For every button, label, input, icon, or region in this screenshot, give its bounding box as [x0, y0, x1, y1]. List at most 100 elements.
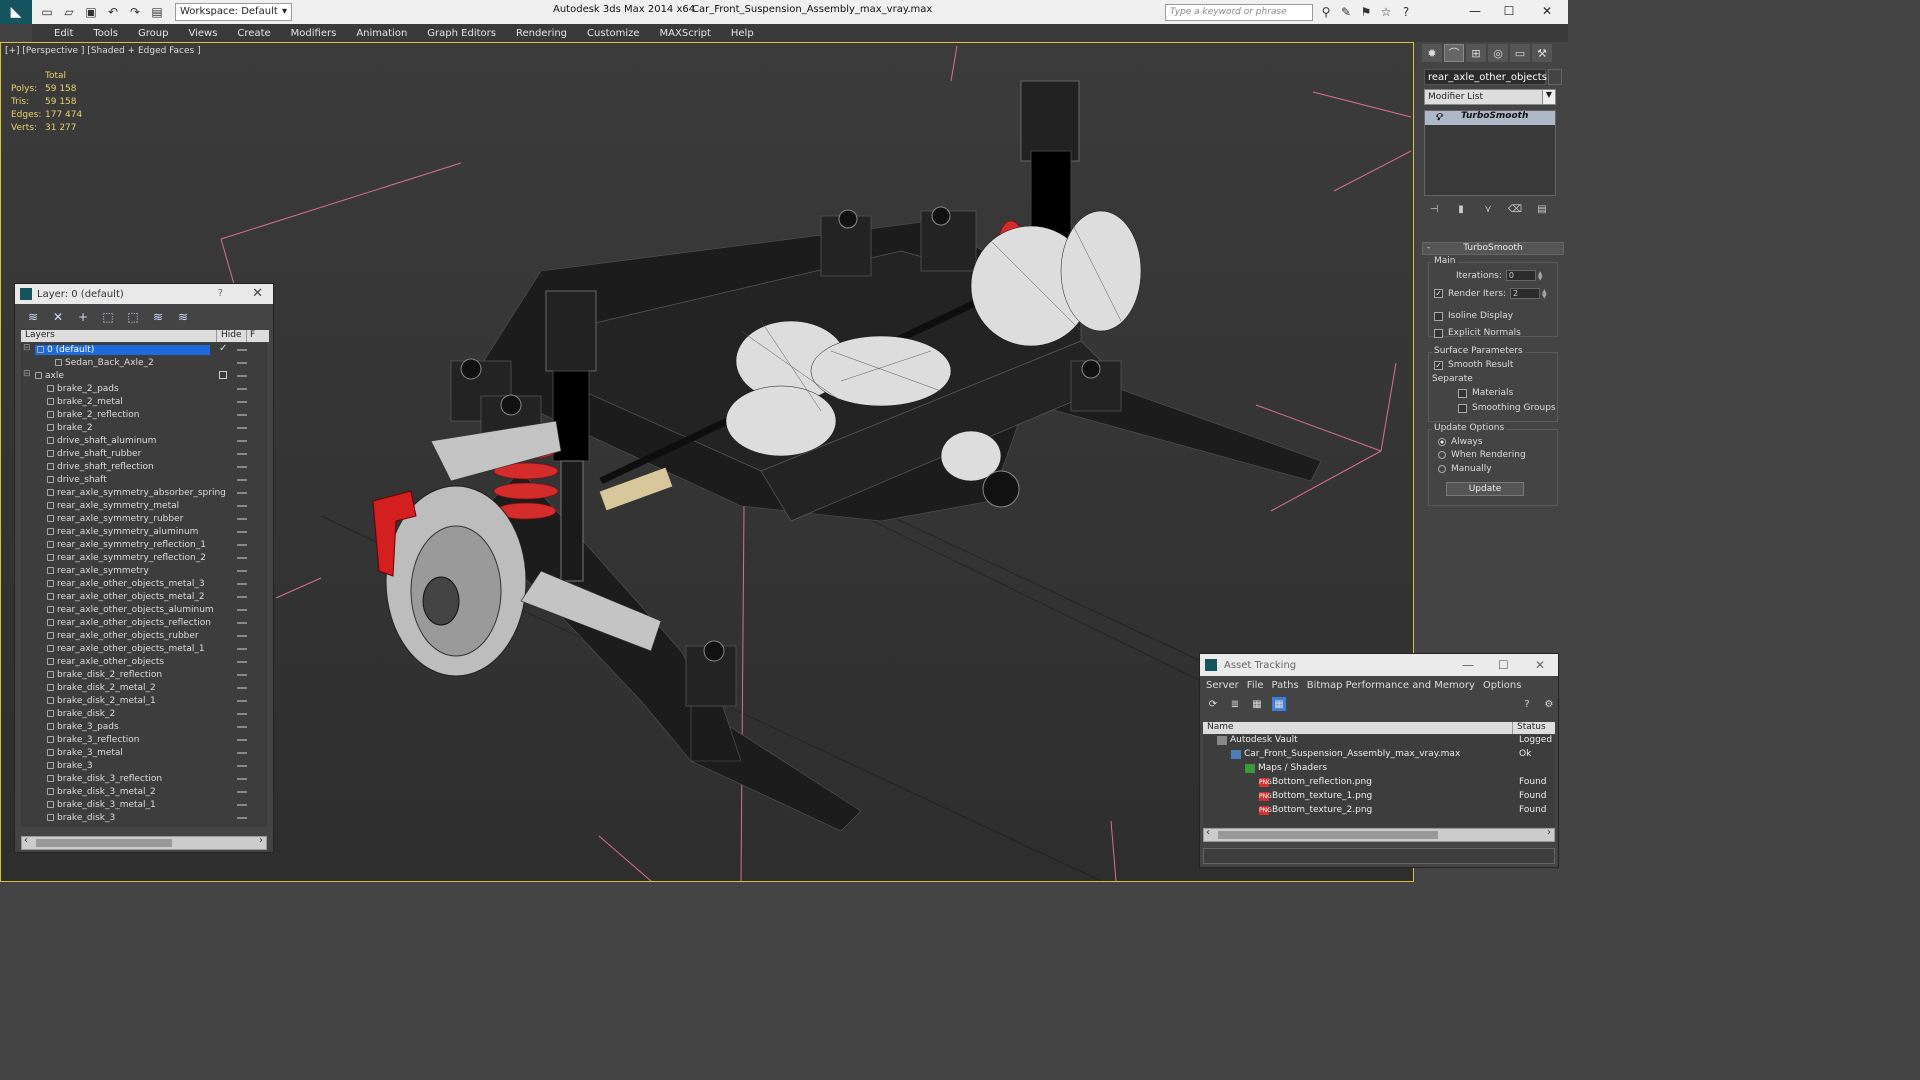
object-row[interactable]: brake_disk_2: [21, 707, 267, 720]
subscription-icon[interactable]: ⚑: [1358, 4, 1374, 20]
layer-dialog-titlebar[interactable]: Layer: 0 (default) ? ✕: [15, 284, 273, 304]
hide-toggle[interactable]: [237, 414, 247, 416]
redo-icon[interactable]: ↷: [126, 3, 144, 21]
create-layer-icon[interactable]: ≋: [25, 309, 41, 325]
name-column-header[interactable]: Name: [1203, 722, 1513, 734]
hide-toggle[interactable]: [237, 661, 247, 663]
hide-toggle[interactable]: [237, 596, 247, 598]
open-file-icon[interactable]: ▱: [60, 3, 78, 21]
asset-path-field[interactable]: [1203, 848, 1555, 864]
iterations-spinner[interactable]: 0: [1505, 270, 1536, 281]
scroll-left-icon[interactable]: ‹: [1206, 827, 1210, 838]
render-iters-spinner[interactable]: 2: [1510, 288, 1541, 299]
hide-toggle[interactable]: [237, 492, 247, 494]
object-row[interactable]: brake_3: [21, 759, 267, 772]
object-row[interactable]: drive_shaft: [21, 473, 267, 486]
hide-column-header[interactable]: Hide: [217, 330, 247, 342]
object-row[interactable]: drive_shaft_rubber: [21, 447, 267, 460]
object-row[interactable]: rear_axle_symmetry_reflection_2: [21, 551, 267, 564]
hide-toggle[interactable]: [237, 466, 247, 468]
object-row[interactable]: drive_shaft_aluminum: [21, 434, 267, 447]
hide-toggle[interactable]: [237, 362, 247, 364]
close-icon[interactable]: ✕: [252, 286, 263, 301]
hide-toggle[interactable]: [237, 570, 247, 572]
object-row[interactable]: Sedan_Back_Axle_2: [21, 356, 267, 369]
object-row[interactable]: brake_2_metal: [21, 395, 267, 408]
hide-toggle[interactable]: [237, 713, 247, 715]
object-name-field[interactable]: rear_axle_other_objects: [1424, 69, 1547, 85]
hide-toggle[interactable]: [237, 505, 247, 507]
hide-toggle[interactable]: [237, 427, 247, 429]
asset-menu-options[interactable]: Options: [1481, 680, 1528, 691]
object-color-swatch[interactable]: [1548, 69, 1562, 85]
hide-toggle[interactable]: [237, 440, 247, 442]
asset-row[interactable]: Car_Front_Suspension_Assembly_max_vray.m…: [1203, 749, 1555, 763]
materials-checkbox[interactable]: [1458, 388, 1467, 398]
menu-item-modifiers[interactable]: Modifiers: [281, 28, 347, 39]
object-row[interactable]: brake_disk_2_metal_1: [21, 694, 267, 707]
object-row[interactable]: rear_axle_symmetry_absorber_spring: [21, 486, 267, 499]
modifier-list-dropdown[interactable]: Modifier List ▼: [1424, 89, 1556, 105]
thumbnail-view-icon[interactable]: ▦: [1250, 697, 1264, 711]
settings-icon[interactable]: ⚙: [1542, 697, 1556, 711]
new-file-icon[interactable]: ▭: [38, 3, 56, 21]
object-row[interactable]: rear_axle_other_objects_metal_3: [21, 577, 267, 590]
remove-modifier-icon[interactable]: ⌫: [1507, 204, 1523, 218]
table-view-icon[interactable]: ▦: [1272, 697, 1286, 711]
menu-item-animation[interactable]: Animation: [346, 28, 417, 39]
hide-toggle[interactable]: [237, 726, 247, 728]
object-row[interactable]: brake_disk_2_reflection: [21, 668, 267, 681]
spinner-arrows-icon[interactable]: ▲ ▼: [1538, 270, 1543, 281]
modify-tab-icon[interactable]: ⌒: [1444, 44, 1464, 62]
help-icon[interactable]: ?: [1520, 697, 1534, 711]
create-tab-icon[interactable]: ✹: [1422, 44, 1442, 62]
object-row[interactable]: rear_axle_other_objects_metal_1: [21, 642, 267, 655]
object-row[interactable]: brake_3_pads: [21, 720, 267, 733]
highlight-layer-icon[interactable]: ⬚: [125, 309, 141, 325]
show-end-result-icon[interactable]: ▮: [1453, 204, 1469, 218]
object-row[interactable]: brake_2_pads: [21, 382, 267, 395]
object-row[interactable]: rear_axle_symmetry_metal: [21, 499, 267, 512]
object-row[interactable]: rear_axle_symmetry_aluminum: [21, 525, 267, 538]
render-iters-checkbox[interactable]: ✓: [1434, 289, 1443, 298]
project-folder-icon[interactable]: ▤: [148, 3, 166, 21]
search-input[interactable]: Type a keyword or phrase: [1165, 4, 1313, 21]
scrollbar-thumb[interactable]: [36, 839, 172, 847]
hide-toggle[interactable]: [237, 700, 247, 702]
pin-stack-icon[interactable]: ⊣: [1426, 204, 1442, 218]
hide-toggle[interactable]: [237, 791, 247, 793]
menu-item-graph-editors[interactable]: Graph Editors: [417, 28, 506, 39]
scrollbar-thumb[interactable]: [1218, 831, 1438, 839]
scroll-right-icon[interactable]: ›: [1547, 827, 1551, 838]
hide-toggle[interactable]: [237, 479, 247, 481]
isoline-checkbox[interactable]: [1434, 311, 1443, 321]
make-unique-icon[interactable]: ⋎: [1480, 204, 1496, 218]
hide-toggle[interactable]: [237, 752, 247, 754]
menu-item-help[interactable]: Help: [721, 28, 764, 39]
spinner-arrows-icon[interactable]: ▲ ▼: [1542, 288, 1547, 299]
object-row[interactable]: rear_axle_other_objects: [21, 655, 267, 668]
delete-layer-icon[interactable]: ✕: [50, 309, 66, 325]
make-current-box-icon[interactable]: [219, 371, 227, 379]
always-radio[interactable]: [1438, 438, 1446, 446]
viewport-label[interactable]: [+] [Perspective ] [Shaded + Edged Faces…: [5, 46, 201, 56]
hide-toggle[interactable]: [237, 349, 247, 351]
freeze-column-header[interactable]: F: [247, 330, 255, 342]
explicit-normals-checkbox[interactable]: [1434, 328, 1443, 338]
stack-item-turbosmooth[interactable]: 💡︎ TurboSmooth: [1425, 111, 1555, 125]
hide-toggle[interactable]: [237, 557, 247, 559]
hide-toggle[interactable]: [237, 518, 247, 520]
utilities-tab-icon[interactable]: ⚒: [1532, 44, 1552, 62]
add-to-layer-icon[interactable]: +: [75, 309, 91, 325]
lightbulb-icon[interactable]: 💡︎: [1435, 112, 1442, 123]
motion-tab-icon[interactable]: ◎: [1488, 44, 1508, 62]
save-icon[interactable]: ▣: [82, 3, 100, 21]
select-objects-icon[interactable]: ⬚: [100, 309, 116, 325]
asset-tracking-titlebar[interactable]: Asset Tracking — ☐ ✕: [1200, 654, 1558, 676]
maximize-button[interactable]: ☐: [1498, 658, 1509, 672]
hide-toggle[interactable]: [237, 609, 247, 611]
hierarchy-tab-icon[interactable]: ⊞: [1466, 44, 1486, 62]
object-row[interactable]: brake_2_reflection: [21, 408, 267, 421]
minimize-button[interactable]: —: [1462, 658, 1474, 672]
layer-row[interactable]: ⊟ 0 (default) ✓: [21, 343, 267, 356]
